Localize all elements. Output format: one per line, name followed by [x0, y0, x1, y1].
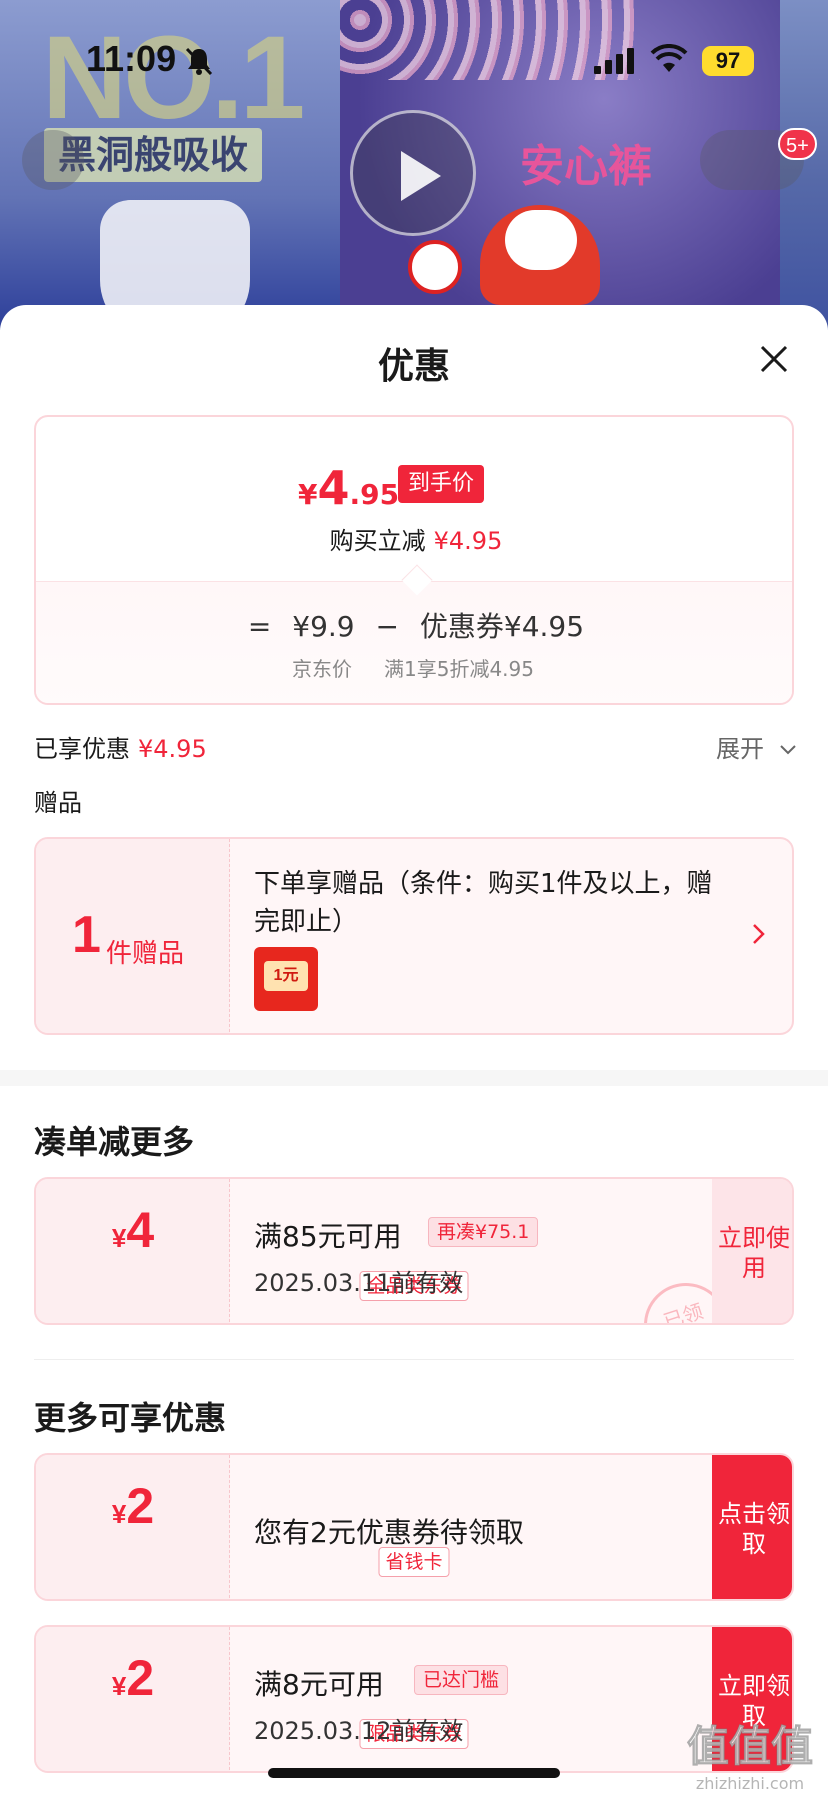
- enjoyed-label: 已享优惠: [34, 735, 130, 763]
- coupon-tag: 再凑¥75.1: [428, 1217, 539, 1247]
- banner-brand: 安心裤: [520, 141, 652, 192]
- play-icon: [401, 151, 441, 201]
- final-price-int: 4: [317, 461, 350, 515]
- coupon-condition: 满8元可用: [254, 1668, 384, 1701]
- gift-heading: 赠品: [34, 789, 82, 817]
- gift-count-label: 件赠品: [106, 939, 185, 969]
- status-time: 11:09: [86, 38, 177, 79]
- jd-price-label: 京东价: [292, 657, 352, 681]
- use-now-button[interactable]: 立即使用: [712, 1179, 792, 1323]
- final-price-currency: ¥: [298, 478, 318, 511]
- final-price-dec: .95: [349, 478, 400, 511]
- formula-minus: −: [375, 610, 399, 643]
- jd-price: ¥9.9: [292, 610, 355, 643]
- reduction-label: 购买立减: [329, 527, 426, 555]
- gift-description: 下单享赠品（条件：购买1件及以上，赠完即止）: [254, 869, 713, 937]
- play-video-button[interactable]: [350, 110, 476, 236]
- price-formula: = ¥9.9 − 优惠券¥4.95: [36, 605, 792, 645]
- expand-button[interactable]: 展开: [716, 729, 796, 764]
- coupon-amount: ¥4: [36, 1201, 230, 1259]
- coupon-type: 省钱卡: [378, 1547, 450, 1577]
- reduction-amount: ¥4.95: [433, 527, 503, 555]
- gift-card[interactable]: 1 件赠品 下单享赠品（条件：购买1件及以上，赠完即止） 1元: [34, 837, 794, 1035]
- back-button[interactable]: [22, 130, 84, 190]
- coupon-description: 您有2元优惠券待领取: [254, 1516, 524, 1549]
- gift-thumbnail[interactable]: 1元: [254, 947, 318, 1011]
- watermark-site: zhizhizhi.com: [695, 1774, 805, 1793]
- coupon-currency: ¥: [111, 1499, 127, 1529]
- coupon-valid-date: 2025.03.12前有效: [254, 1717, 464, 1745]
- coupon-amount: ¥2: [36, 1477, 230, 1535]
- formula-equals: =: [247, 610, 272, 643]
- enjoyed-amount: ¥4.95: [138, 735, 207, 763]
- cart-badge: 5+: [778, 128, 817, 160]
- purchase-reduction: 购买立减 ¥4.95: [36, 521, 792, 556]
- close-icon[interactable]: [756, 341, 792, 377]
- coupon-card-1[interactable]: ¥4 全品类东券 满85元可用 再凑¥75.1 2025.03.11前有效 已领…: [34, 1177, 794, 1325]
- battery-indicator: 97: [702, 46, 754, 76]
- watermark: 值值值 zhizhizhi.com: [680, 1713, 820, 1794]
- section-title-more-discount: 凑单减更多: [34, 1123, 195, 1161]
- coupon-condition: 满85元可用: [254, 1220, 402, 1253]
- certification-badge: [408, 240, 462, 294]
- coupon-amount: ¥2: [36, 1649, 230, 1707]
- bell-slash-icon: [185, 47, 213, 76]
- wifi-icon: [650, 44, 688, 72]
- gift-thumbnail-text: 1元: [264, 961, 308, 991]
- watermark-logo: 值值值: [686, 1722, 813, 1772]
- coupon-valid-date: 2025.03.11前有效: [254, 1269, 464, 1297]
- gift-count: 1: [72, 906, 101, 964]
- coupon-deduction-label: 满1享5折减4.95: [384, 657, 534, 681]
- section-title-more-offers: 更多可享优惠: [34, 1399, 227, 1437]
- signal-icon: [594, 48, 634, 74]
- coupon-tag: 已达门槛: [414, 1665, 509, 1695]
- coupon-deduction: 优惠券¥4.95: [419, 610, 585, 643]
- home-indicator[interactable]: [268, 1768, 560, 1778]
- claim-button[interactable]: 点击领取: [712, 1455, 792, 1599]
- coupon-amount-number: 4: [126, 1202, 155, 1258]
- final-price: ¥4.95: [298, 461, 399, 515]
- coupon-currency: ¥: [111, 1223, 127, 1253]
- final-price-tag: 到手价: [398, 465, 485, 503]
- expand-label: 展开: [716, 735, 764, 763]
- thin-divider: [34, 1359, 794, 1360]
- coupon-card-2[interactable]: ¥2 省钱卡 您有2元优惠券待领取 点击领取: [34, 1453, 794, 1601]
- sheet-title: 优惠: [377, 346, 450, 387]
- coupon-amount-number: 2: [126, 1650, 155, 1706]
- enjoyed-discount: 已享优惠 ¥4.95: [34, 729, 207, 764]
- mascot-face: [505, 210, 577, 270]
- chevron-down-icon: [779, 745, 796, 755]
- chevron-right-icon[interactable]: [752, 923, 766, 945]
- coupon-amount-number: 2: [126, 1478, 155, 1534]
- price-breakdown-card: ¥4.95 到手价 购买立减 ¥4.95 = ¥9.9 − 优惠券¥4.95 京东…: [34, 415, 794, 705]
- section-divider: [0, 1070, 828, 1086]
- discount-sheet: 优惠 ¥4.95 到手价 购买立减 ¥4.95 = ¥9.9 − 优惠券¥4.95…: [0, 305, 828, 1796]
- coupon-currency: ¥: [111, 1671, 127, 1701]
